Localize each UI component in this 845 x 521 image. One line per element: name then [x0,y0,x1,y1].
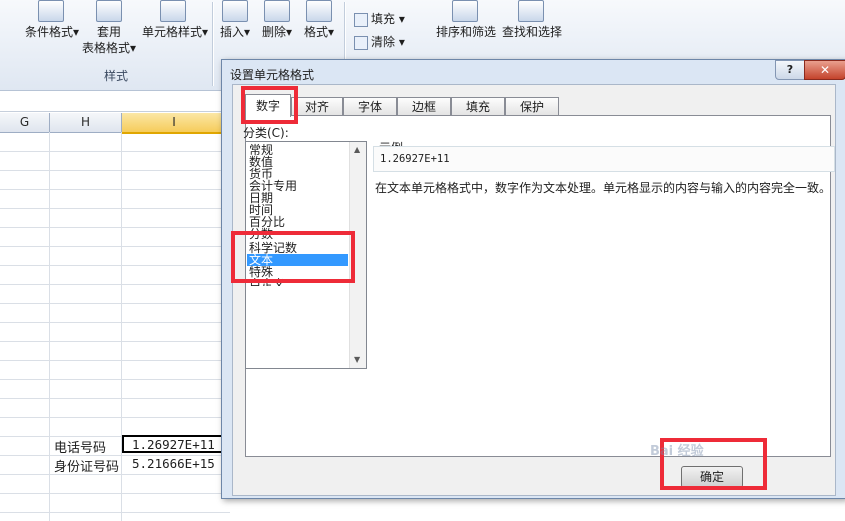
ribbon-separator [212,2,214,86]
delete-icon [264,0,290,22]
id-value-cell[interactable]: 5.21666E+15 [132,456,215,471]
format-button[interactable]: 格式▾ [299,24,339,40]
grid-line [0,170,230,171]
grid-line [0,322,230,323]
dialog-body: 数字 对齐 字体 边框 填充 保护 分类(C): 常规 数值 货币 会计专用 日… [232,84,836,496]
id-label-cell[interactable]: 身份证号码 [54,456,119,475]
close-button[interactable]: ✕ [804,60,845,80]
delete-button[interactable]: 删除▾ [257,24,297,40]
column-header-h[interactable]: H [50,113,122,133]
grid-line [0,265,230,266]
sort-filter-button[interactable]: 排序和筛选 [432,24,500,40]
watermark: Bai 经验 [650,444,704,459]
tab-alignment[interactable]: 对齐 [291,97,343,116]
grid-line [0,398,230,399]
styles-group-label: 样式 [104,69,129,83]
category-label: 分类(C): [243,126,289,140]
phone-label-cell[interactable]: 电话号码 [54,437,106,456]
fill-down-icon [354,12,368,27]
insert-button[interactable]: 插入▾ [215,24,255,40]
grid-line [49,132,50,521]
dialog-title: 设置单元格格式 [230,68,315,82]
eraser-icon [354,35,368,50]
grid-line [0,151,230,152]
grid-line [0,493,230,494]
grid-line [0,512,230,513]
format-icon [306,0,332,22]
help-button[interactable]: ? [775,60,805,80]
scroll-down-icon[interactable]: ▼ [354,355,360,364]
cell-style-button[interactable]: 单元格样式▾ [140,24,210,40]
highlight-text-category [231,231,355,283]
find-select-icon [518,0,544,22]
scroll-up-icon[interactable]: ▲ [354,145,360,154]
sample-value: 1.26927E+11 [380,153,450,165]
tab-protection[interactable]: 保护 [505,97,559,116]
active-cell-border [122,435,226,453]
grid-line [0,417,230,418]
grid-line [0,189,230,190]
table-format-button[interactable]: 套用 表格格式▾ [78,24,140,56]
column-header-i[interactable]: I [122,113,227,134]
grid-line [0,246,230,247]
conditional-format-icon [38,0,64,22]
grid-line [0,379,230,380]
insert-icon [222,0,248,22]
table-format-icon [96,0,122,22]
grid-line [0,284,230,285]
fill-button[interactable]: 填充 ▾ [354,10,405,27]
grid-line [0,227,230,228]
grid-line [121,132,122,521]
find-select-button[interactable]: 查找和选择 [500,24,564,40]
clear-button[interactable]: 清除 ▾ [354,33,405,50]
grid-line [0,208,230,209]
column-header-g[interactable]: G [0,113,50,133]
grid-line [0,341,230,342]
tab-number[interactable]: 数字 [245,94,291,117]
conditional-format-button[interactable]: 条件格式▾ [22,24,82,40]
grid-line [0,303,230,304]
tab-font[interactable]: 字体 [343,97,397,116]
sort-filter-icon [452,0,478,22]
tab-fill[interactable]: 填充 [451,97,505,116]
grid-line [0,360,230,361]
cell-style-icon [160,0,186,22]
sample-box: 1.26927E+11 [373,146,835,172]
tab-border[interactable]: 边框 [397,97,451,116]
format-description: 在文本单元格格式中，数字作为文本处理。单元格显示的内容与输入的内容完全一致。 [375,181,832,195]
